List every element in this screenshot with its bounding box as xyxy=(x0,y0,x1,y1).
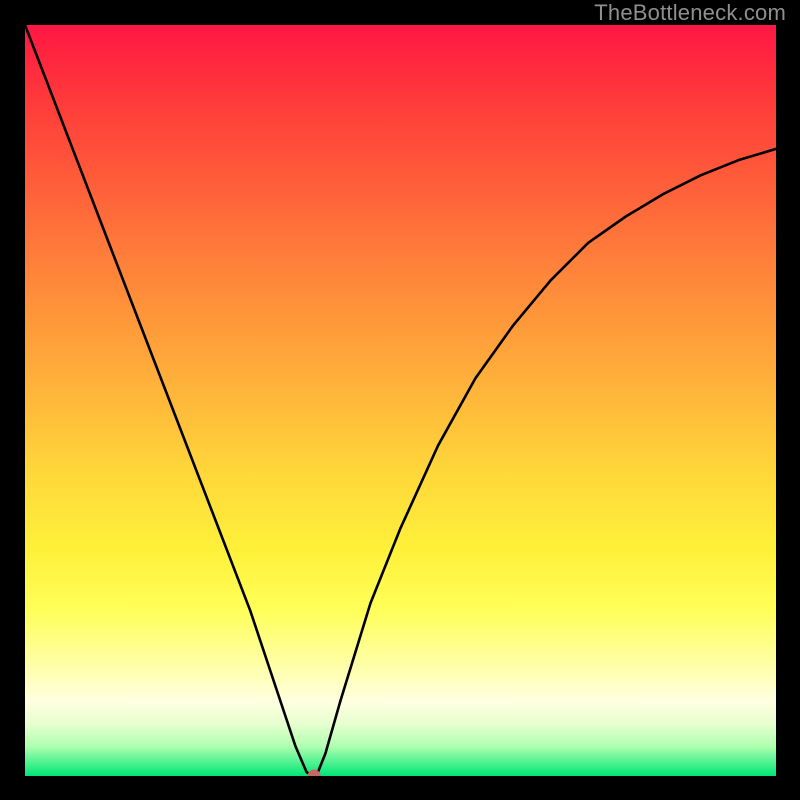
bottleneck-curve xyxy=(25,25,776,776)
chart-curve-layer xyxy=(25,25,776,776)
watermark-text: TheBottleneck.com xyxy=(594,0,786,26)
